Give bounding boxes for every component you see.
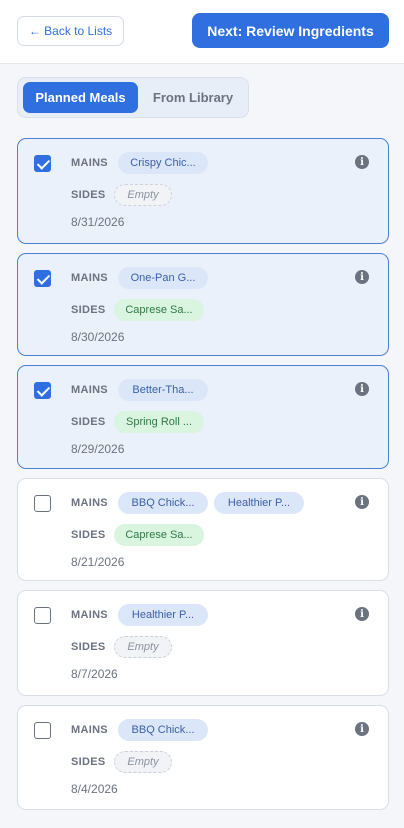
meal-date: 8/29/2026: [71, 442, 125, 456]
sides-empty-placeholder: Empty: [114, 184, 172, 206]
sides-label: SIDES: [71, 641, 106, 653]
main-dish-chip[interactable]: BBQ Chick...: [118, 492, 208, 514]
info-icon[interactable]: i: [355, 382, 369, 396]
info-icon[interactable]: i: [355, 607, 369, 621]
sides-label: SIDES: [71, 304, 106, 316]
tab-planned-meals[interactable]: Planned Meals: [23, 82, 138, 113]
info-icon[interactable]: i: [355, 495, 369, 509]
meal-select-checkbox[interactable]: [34, 495, 51, 512]
side-dish-chip[interactable]: Spring Roll ...: [114, 411, 204, 433]
side-dish-chip[interactable]: Caprese Sa...: [114, 524, 204, 546]
mains-label: MAINS: [71, 724, 108, 736]
sides-label: SIDES: [71, 529, 106, 541]
sides-label: SIDES: [71, 416, 106, 428]
mains-label: MAINS: [71, 157, 108, 169]
top-bar: ← Back to Lists Next: Review Ingredients: [0, 0, 404, 64]
meal-select-checkbox[interactable]: [34, 270, 51, 287]
main-dish-chip[interactable]: Healthier P...: [118, 604, 208, 626]
mains-label: MAINS: [71, 497, 108, 509]
mains-label: MAINS: [71, 609, 108, 621]
sides-label: SIDES: [71, 189, 106, 201]
tab-from-library[interactable]: From Library: [141, 82, 245, 113]
meal-date: 8/7/2026: [71, 667, 118, 681]
meal-date: 8/30/2026: [71, 330, 125, 344]
meal-source-tabs: Planned Meals From Library: [17, 77, 249, 118]
meal-card[interactable]: MAINS BBQ Chick... SIDES Empty 8/4/2026 i: [17, 705, 389, 810]
meal-select-checkbox[interactable]: [34, 382, 51, 399]
mains-label: MAINS: [71, 384, 108, 396]
mains-label: MAINS: [71, 272, 108, 284]
main-dish-chip[interactable]: Crispy Chic...: [118, 152, 208, 174]
meal-date: 8/21/2026: [71, 555, 125, 569]
meal-card[interactable]: MAINS One-Pan G... SIDES Caprese Sa... 8/30/…: [17, 253, 389, 356]
meal-card[interactable]: MAINS Healthier P... SIDES Empty 8/7/2026 i: [17, 590, 389, 696]
main-dish-chip[interactable]: Better-Tha...: [118, 379, 208, 401]
meal-date: 8/31/2026: [71, 215, 125, 229]
meal-card[interactable]: MAINS BBQ Chick... Healthier P... SIDES Capr…: [17, 478, 389, 581]
meal-date: 8/4/2026: [71, 782, 118, 796]
meal-select-checkbox[interactable]: [34, 155, 51, 172]
meal-select-checkbox[interactable]: [34, 607, 51, 624]
main-dish-chip[interactable]: Healthier P...: [214, 492, 304, 514]
info-icon[interactable]: i: [355, 270, 369, 284]
back-to-lists-button[interactable]: ← Back to Lists: [17, 16, 124, 46]
meal-card[interactable]: MAINS Crispy Chic... SIDES Empty 8/31/2026 i: [17, 138, 389, 244]
meal-card[interactable]: MAINS Better-Tha... SIDES Spring Roll ... 8/…: [17, 365, 389, 469]
main-dish-chip[interactable]: One-Pan G...: [118, 267, 208, 289]
next-review-ingredients-button[interactable]: Next: Review Ingredients: [192, 13, 389, 48]
side-dish-chip[interactable]: Caprese Sa...: [114, 299, 204, 321]
info-icon[interactable]: i: [355, 722, 369, 736]
main-dish-chip[interactable]: BBQ Chick...: [118, 719, 208, 741]
meal-select-checkbox[interactable]: [34, 722, 51, 739]
sides-empty-placeholder: Empty: [114, 751, 172, 773]
info-icon[interactable]: i: [355, 155, 369, 169]
sides-empty-placeholder: Empty: [114, 636, 172, 658]
sides-label: SIDES: [71, 756, 106, 768]
